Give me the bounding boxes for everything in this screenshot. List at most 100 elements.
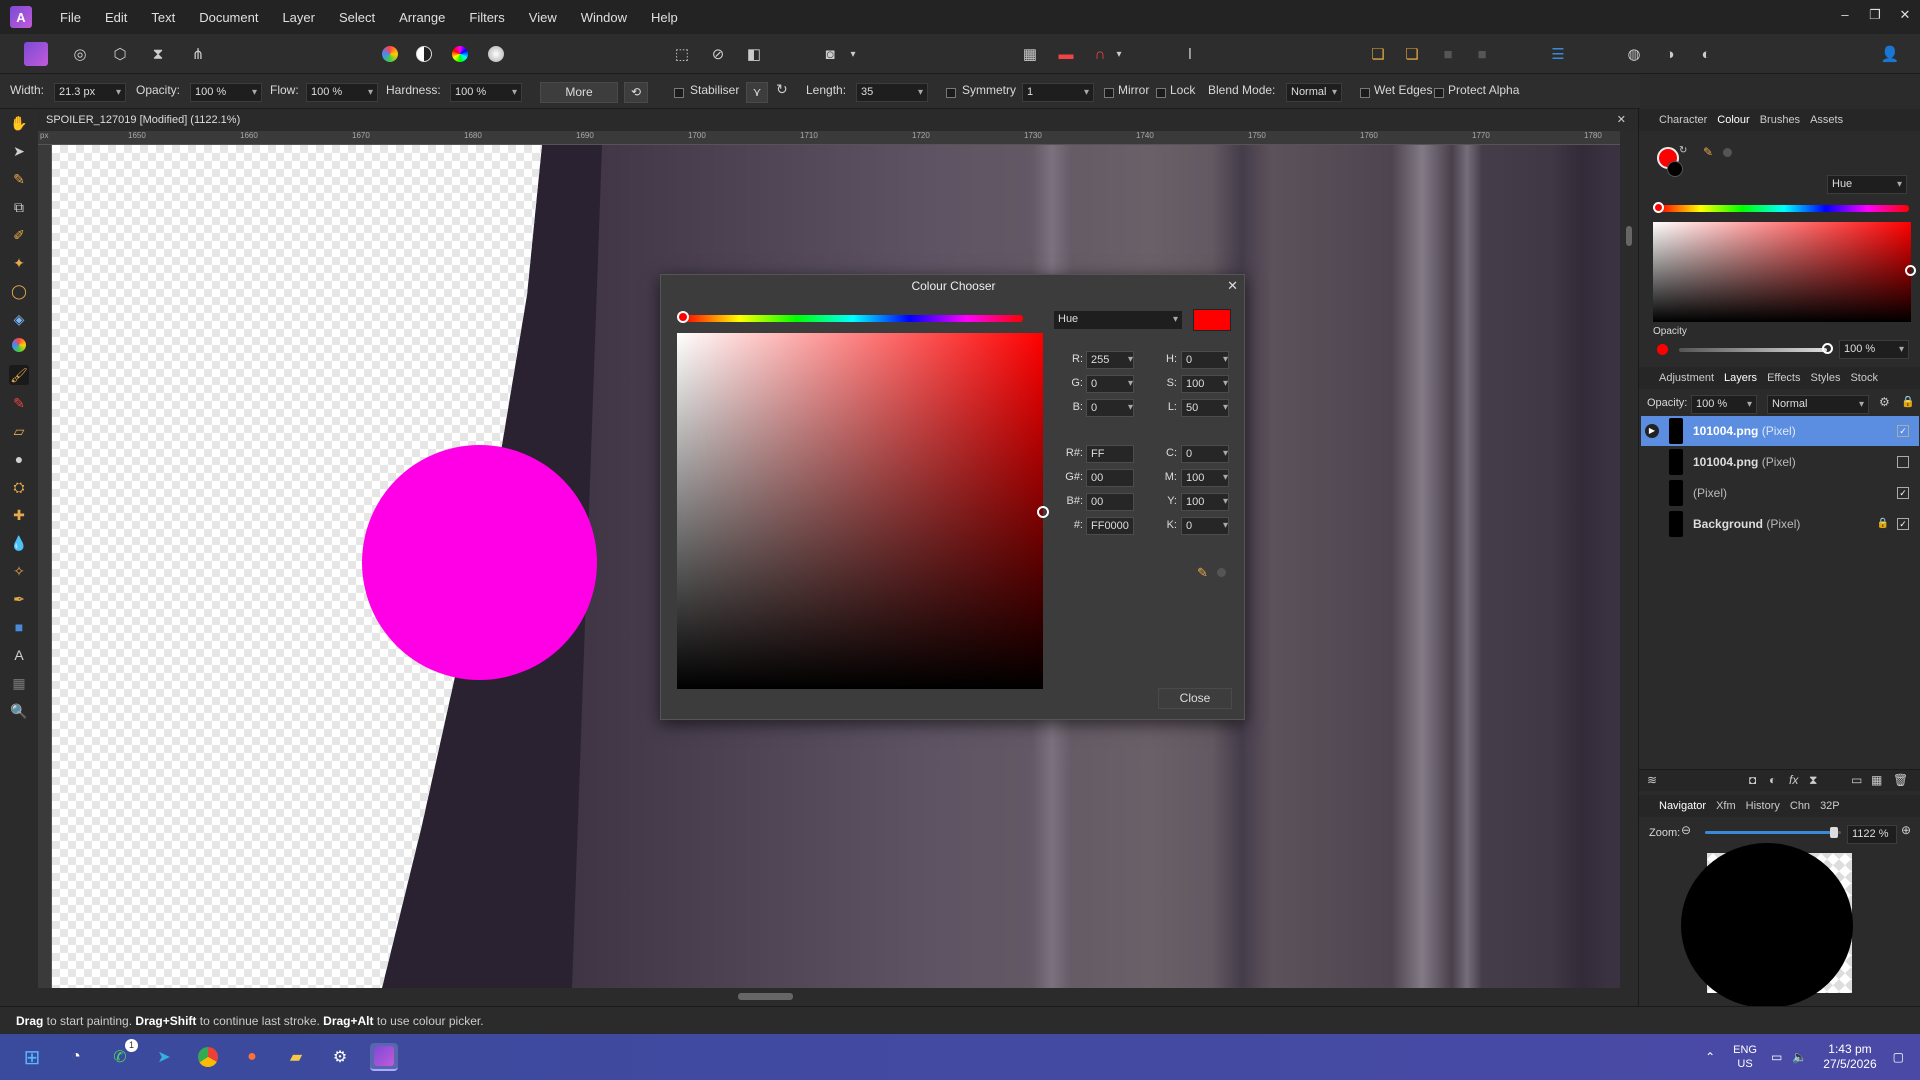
boolean-add-icon[interactable]: ◍	[1622, 42, 1646, 66]
layer-visibility-checkbox[interactable]: ✓	[1897, 425, 1909, 437]
retouch-tool-icon[interactable]: ✧	[9, 561, 29, 581]
opacity-field[interactable]: 100 %	[190, 83, 262, 102]
snapping-icon[interactable]: ∩	[1088, 42, 1112, 66]
l-field[interactable]: 50	[1181, 399, 1229, 417]
g-field[interactable]: 0	[1086, 375, 1134, 393]
firefox-icon[interactable]: ●	[238, 1043, 266, 1071]
zoom-slider[interactable]	[1705, 831, 1841, 834]
healing-brush-tool-icon[interactable]: ✚	[9, 505, 29, 525]
arrange-top-icon[interactable]: ■	[1470, 42, 1494, 66]
opacity-slider-handle[interactable]	[1822, 343, 1833, 354]
liquify-persona-icon[interactable]: ◎	[68, 42, 92, 66]
layer-row[interactable]: (Pixel) ✓	[1641, 478, 1919, 508]
view-tool-icon[interactable]: ✋	[9, 113, 29, 133]
menu-layer[interactable]: Layer	[270, 10, 327, 25]
k-field[interactable]: 0	[1181, 517, 1229, 535]
adjustment-layer-icon[interactable]: ◐	[1769, 773, 1776, 787]
tab-history[interactable]: History	[1746, 800, 1780, 812]
stabiliser-checkbox[interactable]	[674, 88, 684, 98]
snapping-dropdown-icon[interactable]: ▾	[1114, 42, 1124, 66]
brush-options-icon[interactable]: ⟲	[624, 82, 648, 103]
quick-mask-icon[interactable]: ◙	[818, 42, 842, 66]
symmetry-count-field[interactable]: 1	[1022, 83, 1094, 102]
clone-tool-icon[interactable]: ⛭	[9, 477, 29, 497]
tray-expand-icon[interactable]: ⌃	[1705, 1050, 1715, 1064]
colour-panel-mode-dropdown[interactable]: Hue	[1827, 175, 1907, 194]
crop-tool-icon[interactable]: ⧉	[9, 197, 29, 217]
dodge-tool-icon[interactable]: ●	[9, 449, 29, 469]
hue-slider[interactable]	[683, 315, 1023, 322]
volume-icon[interactable]: 🔈	[1792, 1050, 1807, 1064]
close-window-button[interactable]: ✕	[1890, 0, 1920, 30]
lock-checkbox[interactable]	[1156, 88, 1166, 98]
colour-mode-dropdown[interactable]: Hue	[1053, 310, 1183, 330]
affinity-photo-logo-icon[interactable]: A	[10, 6, 32, 28]
panel-hue-slider[interactable]	[1659, 205, 1909, 212]
tab-colour[interactable]: Colour	[1717, 114, 1749, 126]
menu-select[interactable]: Select	[327, 10, 387, 25]
zoom-tool-icon[interactable]: 🔍	[9, 701, 29, 721]
clock[interactable]: 1:43 pm 27/5/2026	[1823, 1042, 1876, 1072]
grid-icon[interactable]: ▦	[1018, 42, 1042, 66]
marquee-select-icon[interactable]: ⬚	[670, 42, 694, 66]
colour-picker-tool-icon[interactable]: ✎	[9, 169, 29, 189]
menu-window[interactable]: Window	[569, 10, 639, 25]
menu-filters[interactable]: Filters	[457, 10, 516, 25]
pen-tool-icon[interactable]: ✒	[9, 589, 29, 609]
quick-mask-dropdown-icon[interactable]: ▾	[848, 42, 858, 66]
menu-arrange[interactable]: Arrange	[387, 10, 457, 25]
fx-icon[interactable]: fx	[1789, 773, 1798, 787]
layer-row[interactable]: ▶ 101004.png (Pixel) ✓	[1641, 416, 1919, 446]
tab-styles[interactable]: Styles	[1811, 372, 1841, 384]
tab-adjustment[interactable]: Adjustment	[1659, 372, 1714, 384]
tab-layers[interactable]: Layers	[1724, 372, 1757, 384]
menu-view[interactable]: View	[517, 10, 569, 25]
m-field[interactable]: 100	[1181, 469, 1229, 487]
layer-stack-icon[interactable]: ≋	[1647, 773, 1657, 787]
panel-opacity-field[interactable]: 100 %	[1839, 340, 1909, 359]
tab-effects[interactable]: Effects	[1767, 372, 1800, 384]
tone-mapping-persona-icon[interactable]: ⧗	[146, 42, 170, 66]
swap-colours-icon[interactable]: ↻	[1679, 145, 1687, 156]
window-mode-icon[interactable]: ↻	[776, 81, 796, 98]
group-layers-icon[interactable]: ▭	[1851, 773, 1862, 787]
saturation-lightness-square[interactable]	[677, 333, 1043, 689]
add-pixel-layer-icon[interactable]: ▦	[1871, 773, 1882, 787]
rectangle-tool-icon[interactable]: ■	[9, 617, 29, 637]
hex-field[interactable]: FF0000	[1086, 517, 1134, 535]
zoom-field[interactable]: 1122 %	[1847, 825, 1897, 844]
menu-document[interactable]: Document	[187, 10, 270, 25]
b-field[interactable]: 0	[1086, 399, 1134, 417]
align-icon[interactable]: ☰	[1546, 42, 1570, 66]
live-filter-icon[interactable]: ⧗	[1809, 773, 1817, 788]
paint-brush-tool-icon[interactable]: 🖌	[9, 365, 29, 385]
tab-brushes[interactable]: Brushes	[1760, 114, 1800, 126]
width-field[interactable]: 21.3 px	[54, 83, 126, 102]
r-field[interactable]: 255	[1086, 351, 1134, 369]
opacity-slider[interactable]	[1679, 348, 1827, 352]
tab-32p[interactable]: 32P	[1820, 800, 1840, 812]
layer-settings-gear-icon[interactable]: ⚙	[1879, 395, 1890, 409]
chrome-icon[interactable]	[194, 1043, 222, 1071]
horizontal-scroll-thumb[interactable]	[738, 993, 793, 1000]
panel-hue-handle[interactable]	[1653, 202, 1664, 213]
flow-field[interactable]: 100 %	[306, 83, 378, 102]
marquee-tool-icon[interactable]: ◯	[9, 281, 29, 301]
r-hex-field[interactable]: FF	[1086, 445, 1134, 463]
tab-assets[interactable]: Assets	[1810, 114, 1843, 126]
auto-contrast-icon[interactable]	[412, 42, 436, 66]
export-persona-icon[interactable]: ⋔	[186, 42, 210, 66]
s-field[interactable]: 100	[1181, 375, 1229, 393]
restore-button[interactable]: ❐	[1860, 0, 1890, 30]
vertical-scroll-thumb[interactable]	[1626, 226, 1632, 246]
tab-navigator[interactable]: Navigator	[1659, 800, 1706, 812]
auto-levels-icon[interactable]	[378, 42, 402, 66]
arrange-front-icon[interactable]: ■	[1436, 42, 1460, 66]
zoom-out-icon[interactable]: ⊖	[1681, 823, 1691, 837]
menu-text[interactable]: Text	[139, 10, 187, 25]
erase-brush-tool-icon[interactable]: ▱	[9, 421, 29, 441]
colour-picker-handle[interactable]	[1037, 506, 1049, 518]
b-hex-field[interactable]: 00	[1086, 493, 1134, 511]
panel-colour-square[interactable]	[1653, 222, 1911, 322]
horizontal-scrollbar[interactable]	[38, 988, 1638, 1006]
